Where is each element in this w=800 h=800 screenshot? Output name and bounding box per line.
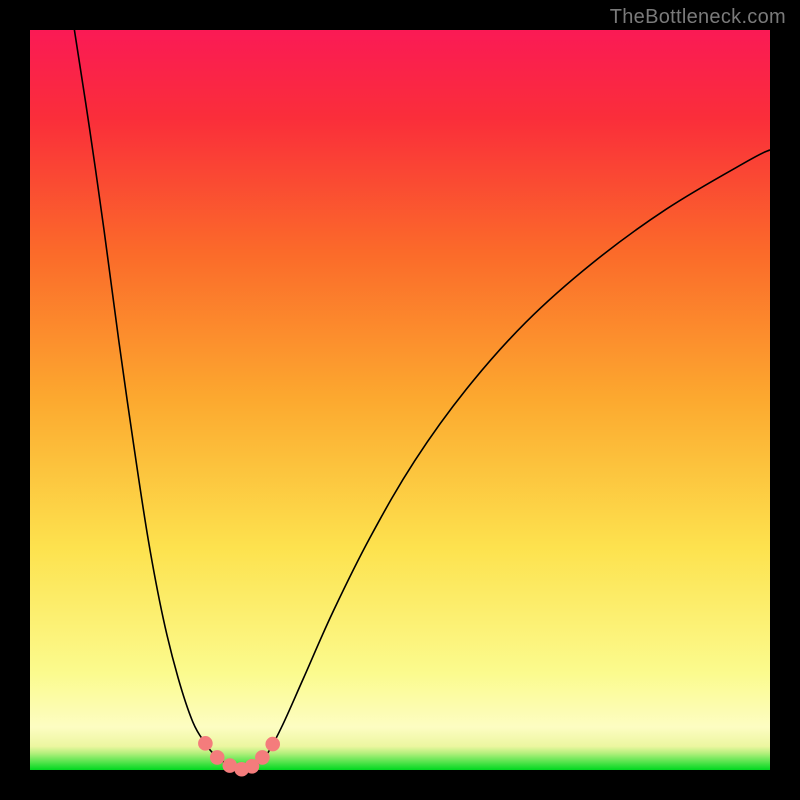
plot-area <box>30 30 770 770</box>
highlight-dot <box>265 737 280 752</box>
highlight-dot <box>198 736 213 751</box>
highlight-dot <box>210 750 225 765</box>
highlight-dot <box>255 750 270 765</box>
watermark-text: TheBottleneck.com <box>610 6 786 29</box>
curve-right-branch <box>245 150 770 770</box>
curve-left-branch <box>74 30 244 770</box>
chart-frame: TheBottleneck.com <box>0 0 800 800</box>
highlight-dots-group <box>198 736 280 777</box>
chart-svg <box>30 30 770 770</box>
